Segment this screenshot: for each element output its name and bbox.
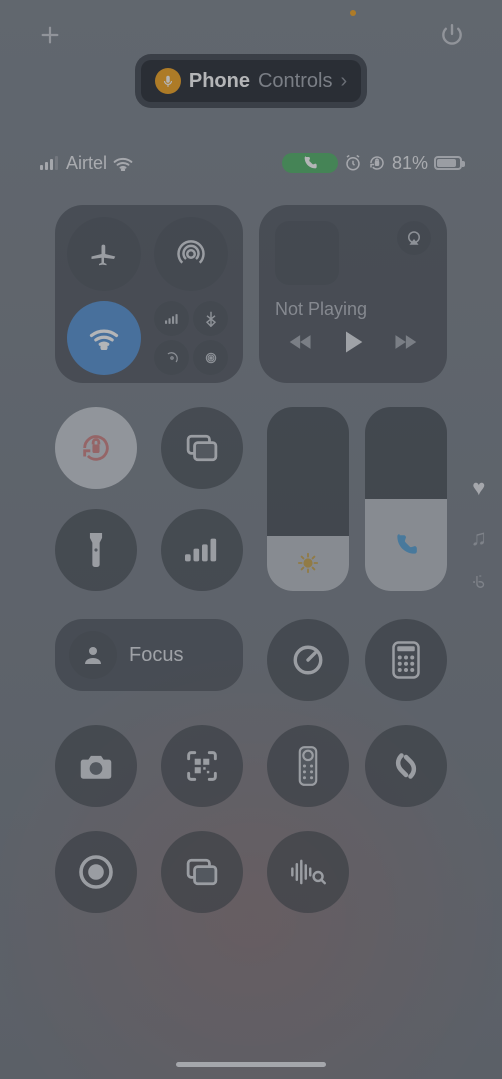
chevron-right-icon: › <box>340 70 347 93</box>
page-indicator-column: ♥ ♫ ᢹ <box>471 475 488 593</box>
hotspot-icon <box>193 340 228 375</box>
calculator-button[interactable] <box>365 619 447 701</box>
cellular-signal-icon <box>40 156 60 170</box>
airplay-icon[interactable] <box>397 221 431 255</box>
power-button[interactable] <box>432 15 472 55</box>
mic-icon <box>155 68 181 94</box>
alarm-icon <box>344 154 362 172</box>
cellular-signal-button[interactable] <box>161 509 243 591</box>
apple-tv-remote-button[interactable] <box>267 725 349 807</box>
heart-icon[interactable]: ♥ <box>472 475 485 501</box>
flashlight-button[interactable] <box>55 509 137 591</box>
focus-button[interactable]: Focus <box>55 619 243 691</box>
focus-person-icon <box>69 631 117 679</box>
add-control-button[interactable] <box>30 15 70 55</box>
qr-scanner-button[interactable] <box>161 725 243 807</box>
camera-button[interactable] <box>55 725 137 807</box>
sun-icon <box>297 552 319 574</box>
previous-track-button[interactable] <box>288 332 314 352</box>
carrier-name: Airtel <box>66 153 107 174</box>
cellular-data-icon <box>154 301 189 336</box>
media-cluster[interactable]: Not Playing <box>259 205 447 383</box>
focus-label: Focus <box>129 644 183 667</box>
play-button[interactable] <box>339 328 367 356</box>
volume-slider[interactable] <box>365 407 447 591</box>
screen-mirroring-button-2[interactable] <box>161 831 243 913</box>
airplane-mode-toggle[interactable] <box>67 217 141 291</box>
connectivity-more[interactable] <box>154 301 228 375</box>
context-primary: Phone <box>189 70 250 93</box>
music-note-icon[interactable]: ♫ <box>471 525 488 551</box>
orientation-lock-status-icon <box>368 154 386 172</box>
brightness-slider[interactable] <box>267 407 349 591</box>
timer-button[interactable] <box>267 619 349 701</box>
next-track-button[interactable] <box>392 332 418 352</box>
now-playing-label: Not Playing <box>275 299 431 320</box>
phone-icon <box>393 532 419 558</box>
battery-percent: 81% <box>392 153 428 174</box>
shazam-button[interactable] <box>365 725 447 807</box>
active-call-pill[interactable] <box>282 153 338 173</box>
sound-recognition-button[interactable] <box>267 831 349 913</box>
satellite-icon <box>154 340 189 375</box>
connectivity-cluster[interactable] <box>55 205 243 383</box>
screen-mirroring-button[interactable] <box>161 407 243 489</box>
bluetooth-icon <box>193 301 228 336</box>
context-secondary: Controls <box>258 70 332 93</box>
screen-record-button[interactable] <box>55 831 137 913</box>
airpods-icon[interactable]: ᢹ <box>473 575 485 593</box>
album-art-placeholder <box>275 221 339 285</box>
status-bar: Airtel 81% <box>0 148 502 178</box>
context-pill[interactable]: Phone Controls › <box>0 60 502 102</box>
orientation-lock-button[interactable] <box>55 407 137 489</box>
battery-icon <box>434 156 462 170</box>
airdrop-toggle[interactable] <box>154 217 228 291</box>
wifi-icon <box>113 156 133 171</box>
wifi-toggle[interactable] <box>67 301 141 375</box>
home-indicator[interactable] <box>176 1062 326 1067</box>
